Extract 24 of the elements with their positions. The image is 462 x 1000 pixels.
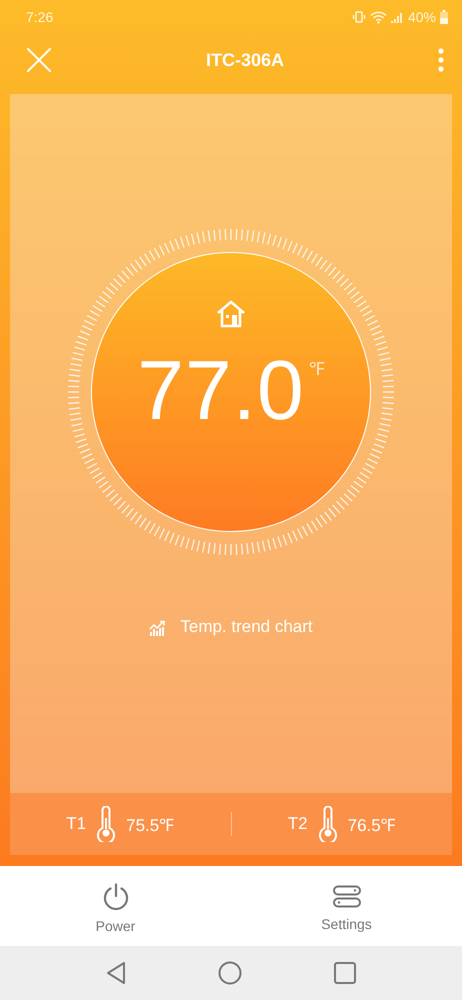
back-icon[interactable] xyxy=(106,961,126,985)
battery-percent: 40% xyxy=(408,9,436,25)
temperature-unit: ℉ xyxy=(308,358,325,380)
wifi-icon xyxy=(370,10,387,24)
sensor-reading: 75.5℉ xyxy=(126,814,174,836)
thermometer-icon xyxy=(96,806,116,842)
signal-icon xyxy=(390,11,404,23)
home-icon xyxy=(216,300,246,328)
nav-tab[interactable]: Power xyxy=(0,866,231,946)
sensor-reading: 76.5℉ xyxy=(348,814,396,836)
vibrate-icon xyxy=(352,10,366,24)
thermometer-icon xyxy=(318,806,338,842)
temperature-value: 77.0 xyxy=(137,348,305,432)
power-icon xyxy=(102,882,130,910)
nav-tab[interactable]: Settings xyxy=(231,866,462,946)
recent-apps-icon[interactable] xyxy=(334,962,356,984)
sensor-label: T2 xyxy=(288,814,308,834)
trend-chart-icon xyxy=(149,618,166,636)
device-title: ITC-306A xyxy=(204,50,286,70)
clock-time: 7:26 xyxy=(26,9,54,25)
sensor-label: T1 xyxy=(66,814,86,834)
battery-icon xyxy=(440,10,448,24)
toggle-switches-icon xyxy=(332,884,360,908)
home-circle-icon[interactable] xyxy=(218,961,242,985)
